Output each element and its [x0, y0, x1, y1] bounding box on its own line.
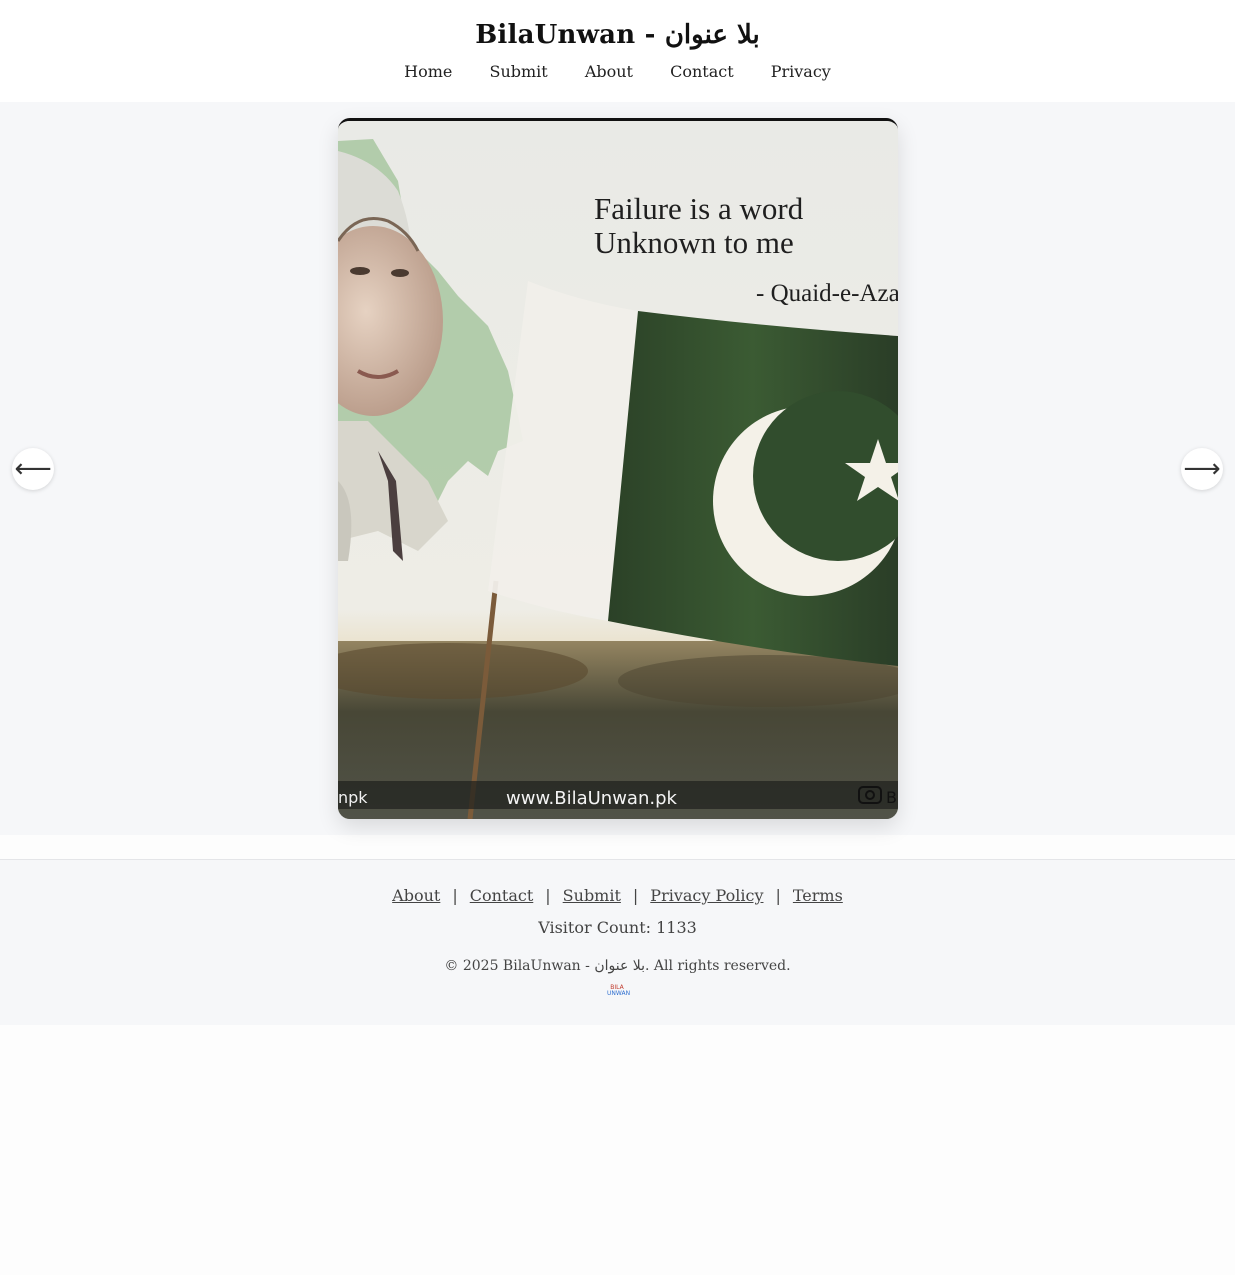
site-footer: About | Contact | Submit | Privacy Policy | Term… [0, 859, 1235, 1025]
arrow-right-icon: ⟶ [1183, 454, 1221, 484]
watermark-right: B [886, 788, 897, 807]
footer-logo: BILA UNWAN [607, 985, 631, 999]
image-slider: ⟵ Failure is a word Unknown to me - Quai… [0, 102, 1235, 835]
footer-logo-line2: UNWAN [607, 990, 631, 997]
prev-arrow-button[interactable]: ⟵ [12, 448, 54, 490]
pakistan-flag-graphic [488, 281, 898, 666]
footer-link-terms[interactable]: Terms [793, 886, 843, 905]
footer-separator: | [775, 886, 781, 905]
site-title[interactable]: BilaUnwan - بلا عنوان [0, 20, 1235, 50]
nav-privacy[interactable]: Privacy [771, 62, 831, 81]
footer-link-about[interactable]: About [392, 886, 440, 905]
footer-separator: | [545, 886, 551, 905]
nav-contact[interactable]: Contact [670, 62, 734, 81]
footer-separator: | [452, 886, 458, 905]
next-arrow-button[interactable]: ⟶ [1181, 448, 1223, 490]
quote-attribution: - Quaid-e-Aza [756, 280, 898, 307]
footer-links: About | Contact | Submit | Privacy Policy | Term… [0, 886, 1235, 905]
nav-about[interactable]: About [585, 62, 633, 81]
watermark-url: www.BilaUnwan.pk [506, 788, 678, 809]
footer-link-privacy-policy[interactable]: Privacy Policy [650, 886, 763, 905]
nav-submit[interactable]: Submit [489, 62, 547, 81]
watermark-left: npk [338, 788, 368, 807]
footer-link-contact[interactable]: Contact [470, 886, 534, 905]
copyright-text: © 2025 BilaUnwan - بلا عنوان. All rights… [444, 958, 791, 974]
site-header: BilaUnwan - بلا عنوان Home Submit About … [0, 0, 1235, 102]
quote-line-2: Unknown to me [594, 225, 794, 260]
nav-home[interactable]: Home [404, 62, 452, 81]
footer-link-submit[interactable]: Submit [563, 886, 621, 905]
arrow-left-icon: ⟵ [14, 454, 52, 484]
main-nav: Home Submit About Contact Privacy [0, 62, 1235, 81]
quote-line-1: Failure is a word [594, 191, 804, 226]
slide-image[interactable]: Failure is a word Unknown to me - Quaid-… [338, 118, 898, 819]
visitor-count: Visitor Count: 1133 [538, 918, 697, 937]
footer-separator: | [632, 886, 639, 905]
quote-poster-image: Failure is a word Unknown to me - Quaid-… [338, 121, 898, 819]
